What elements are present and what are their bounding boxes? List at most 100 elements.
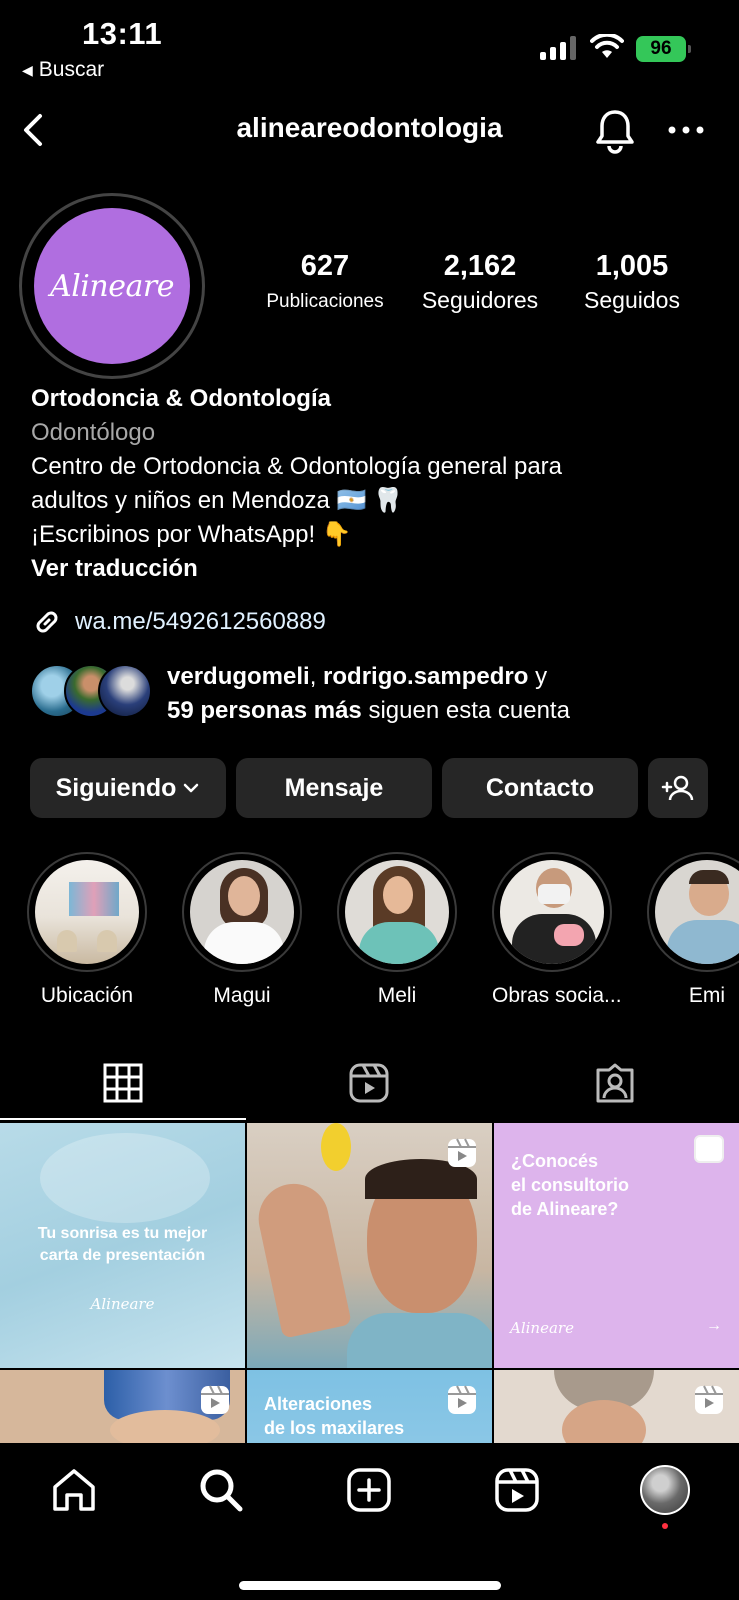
tab-tagged[interactable] — [492, 1044, 738, 1122]
search-icon[interactable] — [196, 1465, 246, 1515]
highlight-cover — [345, 860, 449, 964]
stat-following-count: 1,005 — [595, 250, 669, 282]
avatar-logo: Alineare — [34, 208, 190, 364]
stat-followers-label: Seguidores — [421, 287, 539, 313]
avatar — [98, 664, 152, 718]
highlight-item[interactable]: Ubicación — [27, 852, 147, 1008]
see-translation-link[interactable]: Ver traducción — [31, 552, 721, 586]
highlight-ring — [647, 852, 739, 972]
reel-badge-icon — [695, 1385, 723, 1414]
avatar-logo-text: Alineare — [50, 268, 174, 304]
active-tab-indicator — [0, 1118, 246, 1120]
suggest-people-button[interactable] — [648, 758, 708, 818]
more-options-icon[interactable] — [664, 112, 708, 148]
stat-followers[interactable]: 2,162 Seguidores — [405, 250, 555, 314]
highlight-label: Obras socia... — [492, 984, 622, 1007]
follower-username[interactable]: rodrigo.sampedro — [323, 663, 528, 690]
highlight-cover — [655, 860, 739, 964]
highlight-cover — [35, 860, 139, 964]
back-app-label: Buscar — [38, 58, 105, 81]
post-caption-line: de Alineare? — [511, 1199, 619, 1219]
highlight-item[interactable]: Magui — [182, 852, 302, 1008]
bio-line: ¡Escribinos por WhatsApp! 👇 — [31, 521, 352, 548]
highlight-label: Emi — [688, 984, 726, 1007]
notification-bell-icon[interactable] — [592, 106, 638, 154]
highlight-ring — [27, 852, 147, 972]
follower-avatars — [30, 664, 152, 720]
back-triangle-icon: ◀ — [22, 61, 33, 78]
posts-grid: Tu sonrisa es tu mejor carta de presenta… — [0, 1123, 739, 1443]
profile-category: Odontólogo — [31, 419, 156, 446]
post-tile[interactable]: ¿Conocés el consultorio de Alineare? Ali… — [494, 1123, 739, 1368]
reels-icon — [349, 1063, 389, 1103]
post-logo: Alineare — [510, 1319, 574, 1337]
conjunction: y — [528, 663, 548, 690]
message-button[interactable]: Mensaje — [236, 758, 432, 818]
battery-indicator: 96 — [636, 36, 691, 62]
follower-username[interactable]: verdugomeli — [167, 663, 310, 690]
bio-line: Centro de Ortodoncia & Odontología gener… — [31, 453, 563, 480]
post-caption-line: ¿Conocés — [511, 1151, 599, 1171]
post-caption-line: el consultorio — [511, 1175, 630, 1195]
contact-button[interactable]: Contacto — [442, 758, 638, 818]
reel-badge-icon — [448, 1385, 476, 1414]
profile-bio: Ortodoncia & Odontología Odontólogo Cent… — [31, 382, 721, 586]
highlight-ring — [492, 852, 612, 972]
carousel-badge-icon — [694, 1135, 724, 1163]
following-label: Siguiendo — [55, 773, 177, 802]
arrow-right-icon: → — [706, 1317, 722, 1334]
message-label: Mensaje — [284, 773, 384, 802]
grid-icon — [103, 1063, 143, 1103]
cellular-signal-icon — [540, 36, 576, 60]
post-tile[interactable]: Tu sonrisa es tu mejor carta de presenta… — [0, 1123, 245, 1368]
reel-badge-icon — [448, 1138, 476, 1167]
wifi-icon — [590, 34, 624, 58]
bio-line: adultos y niños en Mendoza 🇦🇷 🦷 — [31, 487, 403, 514]
bottom-navigation — [0, 1443, 739, 1600]
stat-posts[interactable]: 627 Publicaciones — [258, 250, 392, 313]
link-icon — [36, 611, 58, 633]
add-person-icon — [661, 775, 694, 801]
bio-link[interactable]: wa.me/5492612560889 — [31, 606, 326, 638]
tab-posts-grid[interactable] — [0, 1044, 246, 1122]
reels-nav-icon[interactable] — [492, 1465, 542, 1515]
followed-by-section[interactable]: verdugomeli, rodrigo.sampedro y 59 perso… — [30, 660, 720, 730]
stat-following-label: Seguidos — [584, 287, 680, 313]
post-tile[interactable]: Alteraciones de los maxilares — [247, 1370, 492, 1443]
stat-following[interactable]: 1,005 Seguidos — [565, 250, 699, 314]
contact-label: Contacto — [485, 773, 595, 802]
stat-posts-count: 627 — [300, 250, 350, 282]
profile-nav-avatar[interactable] — [640, 1465, 690, 1515]
post-tile[interactable] — [494, 1370, 739, 1443]
notification-dot — [662, 1523, 668, 1529]
post-caption-line: de los maxilares — [264, 1418, 405, 1438]
highlight-item[interactable]: Emi — [647, 852, 739, 1008]
highlight-cover — [500, 860, 604, 964]
reel-badge-icon — [201, 1385, 229, 1414]
status-time: 13:11 — [82, 16, 163, 51]
highlight-label: Meli — [377, 984, 417, 1007]
highlight-label: Ubicación — [40, 984, 134, 1007]
separator: , — [309, 663, 324, 690]
stat-followers-count: 2,162 — [443, 250, 517, 282]
highlight-label: Magui — [213, 984, 271, 1007]
post-caption-line: Alteraciones — [264, 1394, 373, 1414]
create-post-icon[interactable] — [344, 1465, 394, 1515]
highlight-cover — [190, 860, 294, 964]
following-button[interactable]: Siguiendo — [30, 758, 226, 818]
highlight-item[interactable]: Meli — [337, 852, 457, 1008]
more-followers[interactable]: 59 personas más — [167, 697, 362, 724]
home-indicator[interactable] — [239, 1581, 501, 1590]
profile-tabs — [0, 1044, 739, 1122]
highlight-item[interactable]: Obras socia... — [492, 852, 622, 1008]
home-icon[interactable] — [49, 1465, 99, 1515]
post-tile[interactable] — [0, 1370, 245, 1443]
tab-reels[interactable] — [246, 1044, 492, 1122]
back-to-app-link[interactable]: ◀ Buscar — [22, 58, 104, 82]
post-tile[interactable] — [247, 1123, 492, 1368]
profile-avatar[interactable]: Alineare — [19, 193, 205, 379]
highlight-ring — [337, 852, 457, 972]
status-bar: 13:11 ◀ Buscar 96 — [0, 0, 739, 90]
stat-posts-label: Publicaciones — [266, 291, 384, 312]
post-caption-line: Tu sonrisa es tu mejor — [37, 1225, 208, 1242]
